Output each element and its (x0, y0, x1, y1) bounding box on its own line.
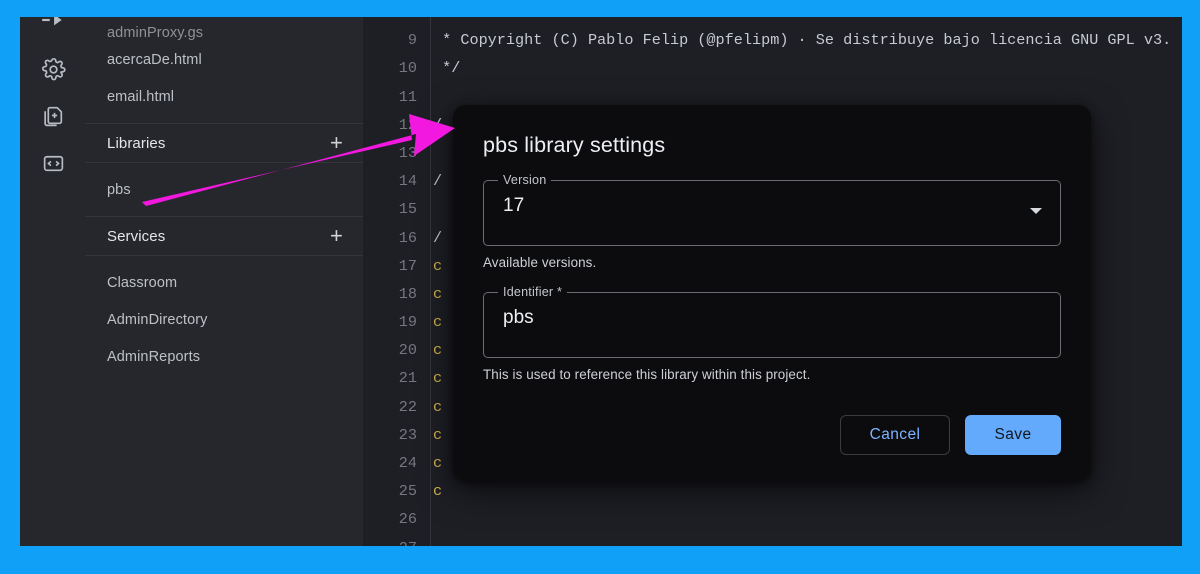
line-number: 25 (398, 482, 417, 501)
line-number: 17 (398, 256, 417, 275)
file-plus-icon[interactable] (34, 97, 72, 135)
code-token: c (433, 369, 443, 388)
dialog-title: pbs library settings (483, 133, 666, 157)
identifier-input[interactable]: Identifier * pbs (483, 285, 1061, 358)
code-token: */ (433, 59, 461, 78)
code-line[interactable]: * Copyright (C) Pablo Felip (@pfelipm) ·… (433, 26, 1182, 54)
code-line[interactable]: c (433, 477, 1182, 505)
code-token: c (433, 454, 443, 472)
line-number: 14 (398, 172, 417, 191)
line-number: 8 (363, 17, 417, 26)
line-number: 27 (363, 534, 417, 546)
version-field-value: 17 (503, 195, 525, 216)
line-number: 18 (398, 284, 417, 303)
code-token: * Copyright (C) Pablo Felip (@pfelipm) ·… (433, 31, 1172, 50)
collapse-icon[interactable] (34, 17, 72, 39)
version-field-label: Version (498, 173, 552, 187)
project-file-tree: adminProxy.gs acercaDe.html email.html L… (85, 17, 363, 546)
tree-item-file[interactable]: adminProxy.gs (85, 17, 363, 41)
line-number: 16 (398, 228, 417, 247)
tree-item-library-pbs[interactable]: pbs (85, 171, 363, 208)
gear-icon[interactable] (34, 50, 72, 88)
code-token: / (433, 172, 443, 191)
code-line[interactable] (433, 534, 1182, 546)
code-line[interactable] (433, 505, 1182, 533)
line-number: 23 (398, 425, 417, 444)
left-icon-rail (20, 17, 85, 546)
code-line[interactable]: * (433, 17, 1182, 26)
identifier-field-value: pbs (503, 307, 534, 328)
identifier-helper-text: This is used to reference this library w… (483, 367, 811, 382)
line-number: 13 (398, 143, 417, 162)
add-service-icon[interactable]: + (330, 225, 347, 247)
line-number: 10 (398, 59, 417, 78)
code-token: * (433, 17, 451, 21)
tree-item-file[interactable]: email.html (85, 78, 363, 115)
line-number: 9 (407, 31, 417, 50)
line-number: 19 (398, 313, 417, 332)
code-token: c (433, 425, 443, 444)
line-number: 22 (398, 397, 417, 416)
dialog-action-row: Cancel Save (840, 415, 1061, 455)
add-library-icon[interactable]: + (330, 132, 347, 154)
version-select[interactable]: Version 17 (483, 173, 1061, 246)
line-number: 21 (398, 369, 417, 388)
code-token: c (433, 397, 443, 416)
section-header-libraries[interactable]: Libraries + (85, 123, 363, 163)
tree-item-service[interactable]: Classroom (85, 264, 363, 301)
line-number: 26 (398, 510, 417, 529)
code-brackets-icon[interactable] (34, 144, 72, 182)
screenshot-root: adminProxy.gs acercaDe.html email.html L… (0, 0, 1200, 574)
line-number: 24 (398, 454, 417, 472)
line-number-gutter: 8910111213141516171819202122232425262728… (363, 17, 431, 546)
save-button[interactable]: Save (965, 415, 1061, 455)
library-settings-dialog: pbs library settings Version 17 Availabl… (453, 105, 1091, 481)
code-token: / (433, 228, 443, 247)
code-token: c (433, 341, 443, 360)
line-number: 15 (398, 200, 417, 219)
tree-item-file[interactable]: acercaDe.html (85, 41, 363, 78)
chevron-down-icon[interactable] (1030, 208, 1042, 214)
code-token: c (433, 256, 443, 275)
tree-item-service[interactable]: AdminDirectory (85, 301, 363, 338)
section-header-services[interactable]: Services + (85, 216, 363, 256)
code-line[interactable]: */ (433, 54, 1182, 82)
line-number: 11 (398, 87, 417, 106)
code-token: c (433, 284, 443, 303)
code-token: c (433, 313, 443, 332)
cancel-button[interactable]: Cancel (840, 415, 950, 455)
section-label-libraries: Libraries (107, 134, 166, 152)
identifier-field-label: Identifier * (498, 285, 568, 299)
section-label-services: Services (107, 227, 166, 245)
code-token: / (433, 115, 443, 134)
code-token: c (433, 482, 443, 501)
version-helper-text: Available versions. (483, 255, 597, 270)
line-number: 20 (398, 341, 417, 360)
line-number: 12 (398, 115, 417, 134)
tree-item-service[interactable]: AdminReports (85, 338, 363, 375)
apps-script-editor-window: adminProxy.gs acercaDe.html email.html L… (20, 17, 1182, 546)
